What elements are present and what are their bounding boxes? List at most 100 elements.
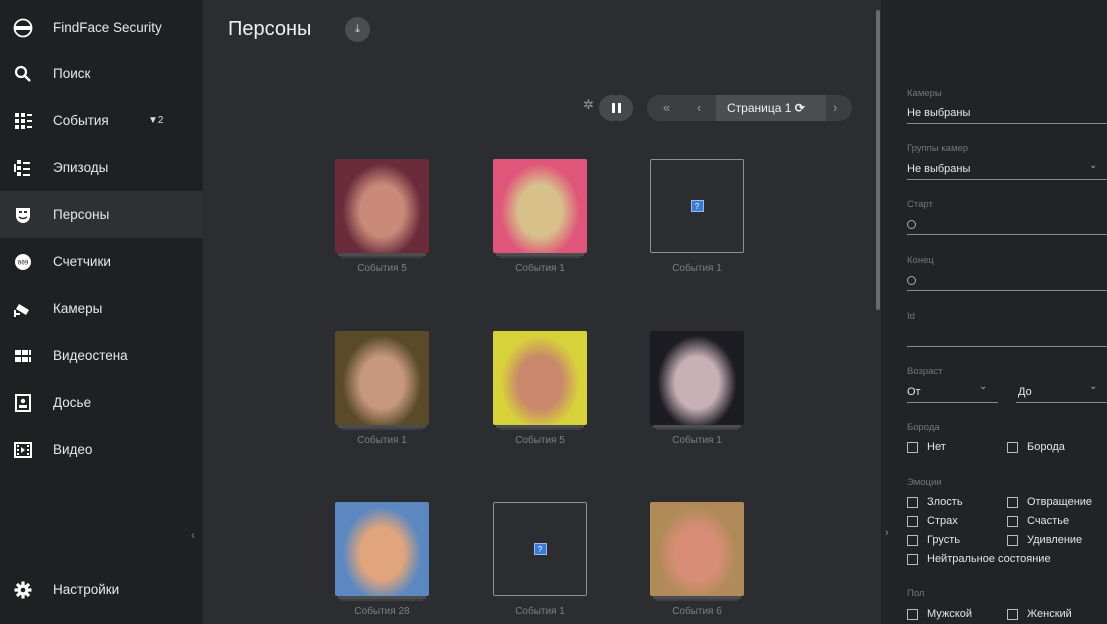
sidebar-item-label: События bbox=[53, 113, 109, 128]
age-from-select[interactable]: От bbox=[907, 386, 921, 398]
id-input[interactable] bbox=[907, 346, 1107, 347]
first-page-button[interactable]: « bbox=[663, 95, 670, 121]
checkbox-box[interactable] bbox=[907, 608, 918, 620]
person-card[interactable]: ? События 1 bbox=[650, 159, 744, 274]
person-face-thumbnail[interactable] bbox=[335, 502, 429, 596]
sidebar-item-settings[interactable]: Настройки bbox=[0, 566, 203, 613]
sidebar-item-search[interactable]: Поиск bbox=[0, 50, 203, 97]
app: FindFace Security Поиск События ▼2 Эпизо… bbox=[0, 0, 1107, 624]
sidebar-item-label: Персоны bbox=[53, 207, 110, 222]
download-button[interactable]: ⤓ bbox=[345, 17, 370, 42]
person-card[interactable]: События 5 bbox=[335, 159, 429, 274]
start-input[interactable] bbox=[907, 234, 1107, 235]
sidebar-item-cameras[interactable]: Камеры bbox=[0, 285, 203, 332]
svg-text:009: 009 bbox=[18, 259, 29, 266]
sidebar-item-dossier[interactable]: Досье bbox=[0, 379, 203, 426]
expand-filters-chevron-icon[interactable]: › bbox=[885, 527, 889, 539]
person-card[interactable]: События 1 bbox=[650, 331, 744, 446]
collapse-sidebar-chevron-icon[interactable]: ‹ bbox=[191, 528, 195, 542]
checkbox-label: Борода bbox=[1027, 441, 1065, 453]
sidebar-item-episodes[interactable]: Эпизоды bbox=[0, 144, 203, 191]
cameras-select[interactable]: Не выбраны bbox=[907, 107, 970, 119]
person-face-thumbnail[interactable] bbox=[335, 159, 429, 253]
checkbox-box[interactable] bbox=[907, 496, 918, 508]
person-card[interactable]: События 1 bbox=[493, 159, 587, 274]
id-label: Id bbox=[907, 311, 915, 322]
person-face-thumbnail[interactable] bbox=[493, 331, 587, 425]
counters-icon: 009 bbox=[13, 252, 33, 272]
events-count-caption[interactable]: События 5 bbox=[493, 435, 587, 446]
clock-icon[interactable] bbox=[907, 276, 916, 285]
person-face-thumbnail[interactable] bbox=[650, 331, 744, 425]
sidebar-item-persons[interactable]: Персоны bbox=[0, 191, 203, 238]
emotion-disgust-checkbox[interactable]: Отвращение bbox=[1007, 496, 1092, 508]
person-face-thumbnail[interactable] bbox=[335, 331, 429, 425]
download-icon: ⤓ bbox=[355, 23, 360, 35]
events-icon bbox=[13, 111, 33, 131]
person-card[interactable]: События 6 bbox=[650, 502, 744, 617]
gender-female-checkbox[interactable]: Женский bbox=[1007, 608, 1072, 620]
checkbox-label: Злость bbox=[927, 496, 963, 508]
emotion-fear-checkbox[interactable]: Страх bbox=[907, 515, 958, 527]
chevron-down-icon[interactable]: ⌄ bbox=[1089, 160, 1097, 171]
sidebar-item-label: Эпизоды bbox=[53, 160, 109, 175]
chevron-down-icon[interactable]: ⌄ bbox=[1089, 381, 1097, 392]
sidebar-item-label: Видеостена bbox=[53, 348, 128, 363]
camera-groups-select[interactable]: Не выбраны bbox=[907, 163, 970, 175]
gender-male-checkbox[interactable]: Мужской bbox=[907, 608, 972, 620]
cameras-underline bbox=[907, 123, 1107, 124]
checkbox-box[interactable] bbox=[907, 515, 918, 527]
beard-yes-checkbox[interactable]: Борода bbox=[1007, 441, 1065, 453]
checkbox-box[interactable] bbox=[1007, 534, 1018, 546]
events-count-caption[interactable]: События 5 bbox=[335, 263, 429, 274]
checkbox-box[interactable] bbox=[907, 441, 918, 453]
checkbox-box[interactable] bbox=[907, 553, 918, 565]
sidebar-item-counters[interactable]: 009 Счетчики bbox=[0, 238, 203, 285]
checkbox-box[interactable] bbox=[1007, 608, 1018, 620]
age-to-select[interactable]: До bbox=[1018, 386, 1032, 398]
gender-label: Пол bbox=[907, 588, 925, 599]
person-face-thumbnail[interactable] bbox=[493, 159, 587, 253]
checkbox-box[interactable] bbox=[1007, 515, 1018, 527]
missing-image-placeholder[interactable]: ? bbox=[650, 159, 744, 253]
sidebar-item-video[interactable]: Видео bbox=[0, 426, 203, 473]
emotion-surprise-checkbox[interactable]: Удивление bbox=[1007, 534, 1082, 546]
emotion-neutral-checkbox[interactable]: Нейтральное состояние bbox=[907, 553, 1051, 565]
checkbox-box[interactable] bbox=[1007, 496, 1018, 508]
episodes-icon bbox=[13, 158, 33, 178]
events-count-caption[interactable]: События 1 bbox=[650, 435, 744, 446]
end-input[interactable] bbox=[907, 290, 1107, 291]
chevron-down-icon[interactable]: ⌄ bbox=[979, 381, 987, 392]
clock-icon[interactable] bbox=[907, 220, 916, 229]
events-count-caption[interactable]: События 28 bbox=[335, 606, 429, 617]
pause-button[interactable] bbox=[599, 95, 633, 121]
gear-icon bbox=[13, 580, 33, 600]
cameras-label: Камеры bbox=[907, 88, 942, 99]
emotion-sadness-checkbox[interactable]: Грусть bbox=[907, 534, 960, 546]
checkbox-box[interactable] bbox=[1007, 441, 1018, 453]
person-card[interactable]: События 5 bbox=[493, 331, 587, 446]
prev-page-button[interactable]: ‹ bbox=[697, 95, 701, 121]
missing-image-placeholder[interactable]: ? bbox=[493, 502, 587, 596]
stack-layer bbox=[656, 599, 738, 601]
refresh-icon[interactable]: ⟳ bbox=[795, 101, 805, 115]
events-count-caption[interactable]: События 1 bbox=[335, 435, 429, 446]
emotion-anger-checkbox[interactable]: Злость bbox=[907, 496, 963, 508]
person-card[interactable]: ? События 1 bbox=[493, 502, 587, 617]
events-count-caption[interactable]: События 6 bbox=[650, 606, 744, 617]
page-indicator[interactable]: Страница 1 ⟳ bbox=[716, 95, 826, 121]
emotion-happiness-checkbox[interactable]: Счастье bbox=[1007, 515, 1069, 527]
sidebar-item-events[interactable]: События ▼2 bbox=[0, 97, 203, 144]
sidebar-header[interactable]: FindFace Security bbox=[0, 4, 203, 51]
events-count-caption[interactable]: События 1 bbox=[493, 263, 587, 274]
sidebar-item-videowall[interactable]: Видеостена bbox=[0, 332, 203, 379]
person-face-thumbnail[interactable] bbox=[650, 502, 744, 596]
person-card[interactable]: События 28 bbox=[335, 502, 429, 617]
events-count-caption[interactable]: События 1 bbox=[650, 263, 744, 274]
scrollbar[interactable] bbox=[876, 10, 880, 310]
events-count-caption[interactable]: События 1 bbox=[493, 606, 587, 617]
next-page-button[interactable]: › bbox=[833, 95, 837, 121]
person-card[interactable]: События 1 bbox=[335, 331, 429, 446]
beard-no-checkbox[interactable]: Нет bbox=[907, 441, 946, 453]
checkbox-box[interactable] bbox=[907, 534, 918, 546]
